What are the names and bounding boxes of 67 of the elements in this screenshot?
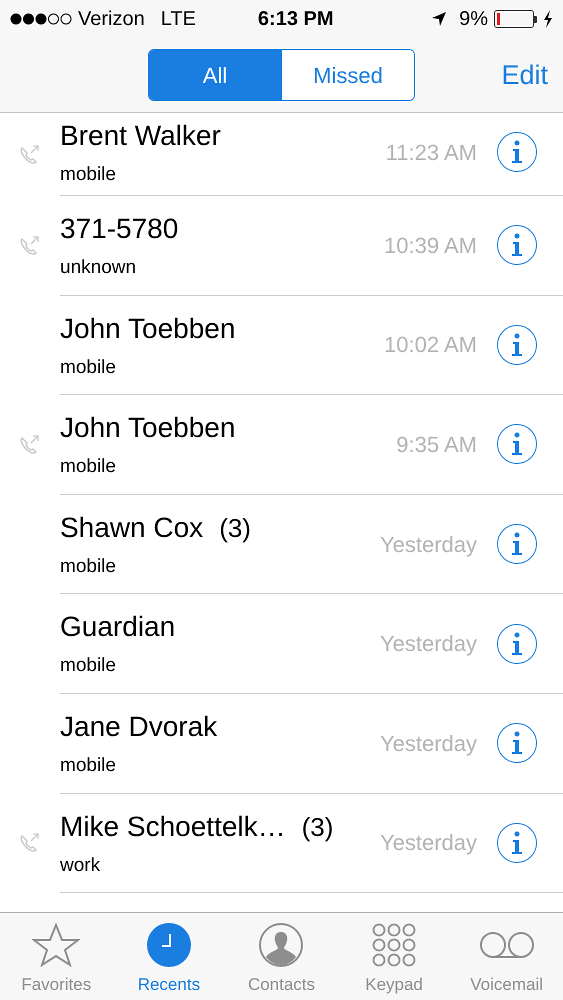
number-type: work — [60, 854, 102, 878]
info-icon — [511, 731, 523, 756]
info-button[interactable] — [497, 324, 537, 365]
battery-icon — [494, 10, 534, 28]
contact-name: Jane Dvorak — [60, 710, 218, 744]
tab-bar-item[interactable]: Favorites — [0, 913, 113, 1000]
segment-tab[interactable]: All — [149, 50, 281, 100]
call-time: 10:39 AM — [384, 232, 477, 260]
contact-name: Brent Walker — [60, 118, 221, 153]
info-icon — [511, 532, 523, 556]
tab-bar-item[interactable]: Voicemail — [450, 913, 563, 1000]
charging-bolt-icon — [543, 10, 553, 28]
number-type: mobile — [60, 356, 117, 380]
call-time: Yesterday — [380, 530, 477, 559]
voicemail-icon — [478, 930, 535, 960]
call-count: (3) — [219, 512, 251, 545]
person-icon — [259, 923, 304, 968]
number-type: mobile — [60, 754, 117, 778]
carrier-name: Verizon — [78, 7, 145, 32]
info-icon — [511, 632, 523, 656]
contact-name: 371-5780 — [60, 212, 178, 246]
call-time: 9:35 AM — [396, 430, 477, 459]
segment-tab[interactable]: Missed — [281, 50, 414, 100]
keypad-icon — [372, 923, 416, 968]
info-icon — [511, 332, 523, 357]
location-arrow-icon — [431, 11, 448, 27]
info-button[interactable] — [497, 723, 537, 764]
info-button[interactable] — [497, 424, 537, 464]
number-type: mobile — [60, 654, 117, 678]
status-time: 6:13 PM — [258, 7, 334, 32]
number-type: mobile — [60, 162, 117, 187]
outgoing-call-icon — [19, 434, 41, 455]
star-icon — [32, 923, 80, 968]
contact-name: Mike Schoettelk… — [60, 810, 286, 844]
tab-bar-item[interactable]: Recents — [112, 913, 226, 1000]
outgoing-call-icon — [19, 236, 41, 256]
info-button[interactable] — [497, 524, 537, 564]
signal-strength-icon — [10, 13, 72, 25]
info-icon — [511, 140, 523, 164]
call-count: (3) — [302, 810, 334, 844]
network-type: LTE — [160, 7, 196, 32]
clock-icon — [146, 923, 191, 968]
call-time: Yesterday — [380, 630, 477, 658]
call-time: 10:02 AM — [384, 331, 477, 360]
outgoing-call-icon — [19, 833, 41, 854]
contact-name: Guardian — [60, 610, 176, 644]
battery-percent: 9% — [459, 7, 488, 32]
contact-name: Shawn Cox — [60, 510, 204, 545]
info-button[interactable] — [497, 132, 537, 172]
number-type: mobile — [60, 554, 117, 579]
info-button[interactable] — [497, 822, 537, 863]
info-button[interactable] — [497, 624, 537, 664]
tab-bar-item[interactable]: Keypad — [338, 913, 450, 1000]
number-type: mobile — [60, 455, 117, 480]
tab-bar-item[interactable]: Contacts — [225, 913, 338, 1000]
info-icon — [511, 830, 523, 855]
call-time: Yesterday — [380, 829, 477, 858]
info-button[interactable] — [497, 225, 537, 266]
number-type: unknown — [60, 256, 138, 280]
edit-button[interactable]: Edit — [501, 54, 548, 96]
call-time: Yesterday — [380, 730, 477, 758]
contact-name: John Toebben — [60, 312, 236, 346]
info-icon — [511, 432, 523, 456]
contact-name: John Toebben — [60, 411, 236, 446]
call-time: 11:23 AM — [386, 138, 477, 166]
outgoing-call-icon — [19, 144, 41, 164]
info-icon — [511, 233, 523, 258]
